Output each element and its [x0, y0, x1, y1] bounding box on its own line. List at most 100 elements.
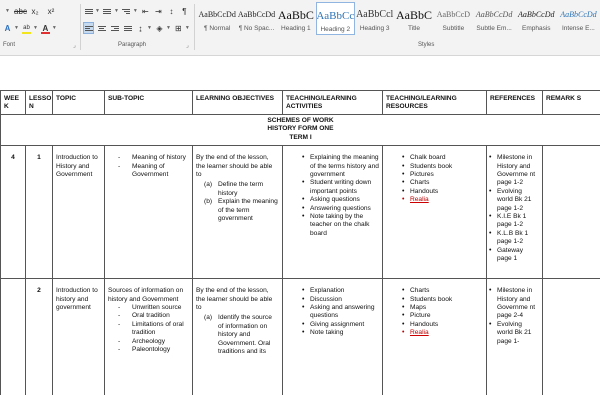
- style-name: Heading 2: [320, 26, 351, 33]
- subtopic-list: Unwritten source Oral tradition Limitati…: [108, 304, 189, 355]
- show-marks-button[interactable]: ¶: [179, 5, 190, 17]
- list-item: Chalk board: [402, 154, 483, 163]
- list-item: Explanation: [302, 287, 379, 296]
- style-name: Heading 1: [281, 25, 311, 32]
- resources-list: Chalk board Students book Pictures Chart…: [386, 154, 483, 205]
- style-title[interactable]: AaBbC Title: [395, 2, 433, 35]
- style-no-spacing[interactable]: AaBbCcDd ¶ No Spac...: [237, 2, 275, 35]
- highlight-button[interactable]: ab: [21, 22, 32, 34]
- header-remarks: REMARK S: [542, 90, 600, 115]
- cell-week: 4: [0, 145, 26, 280]
- borders-icon[interactable]: ⊞: [173, 22, 184, 34]
- list-item: Asking questions: [302, 196, 379, 205]
- cell-activities: Explaining the meaning of the terms hist…: [282, 145, 383, 280]
- ribbon: ▼ abc x₂ x² A ▼ ab ▼ A ▼ Font ⌟ ▼ ▼ ▼ ⇤ …: [0, 0, 600, 56]
- increase-indent-icon[interactable]: ⇥: [153, 5, 164, 17]
- cell-activities: Explanation Discussion Asking and answer…: [282, 278, 383, 395]
- style-sample: AaBbCcDd: [560, 10, 597, 19]
- list-item: Discussion: [302, 296, 379, 305]
- text-effects-caret[interactable]: ▼: [14, 25, 19, 31]
- paragraph-row-1: ▼ ▼ ▼ ⇤ ⇥ ↕ ¶: [83, 5, 192, 17]
- list-item: Define the term history: [204, 181, 279, 198]
- list-item: Picture: [402, 312, 483, 321]
- list-item: Note taking by the teacher on the chalk …: [302, 213, 379, 238]
- superscript-button[interactable]: x²: [44, 5, 58, 17]
- underline-dropdown-caret[interactable]: ▼: [2, 5, 13, 17]
- paragraph-group-label: Paragraph: [118, 42, 147, 48]
- text-effects-button[interactable]: A: [2, 22, 13, 34]
- bullets-icon[interactable]: [83, 5, 94, 17]
- line-spacing-icon[interactable]: ↨: [135, 22, 146, 34]
- style-heading-1[interactable]: AaBbC Heading 1: [277, 2, 315, 35]
- multilevel-list-icon[interactable]: [121, 5, 132, 17]
- header-objectives: LEARNING OBJECTIVES: [192, 90, 283, 115]
- list-item: Realia: [402, 329, 483, 338]
- references-list: Milestone in History and Governme nt pag…: [488, 154, 540, 263]
- align-left-button[interactable]: [83, 22, 94, 34]
- font-color-caret[interactable]: ▼: [52, 25, 57, 31]
- document-page[interactable]: WEE K LESSO N TOPIC SUB-TOPIC LEARNING O…: [0, 90, 600, 395]
- header-week: WEE K: [0, 90, 26, 115]
- list-item: Identify the source of information on hi…: [204, 314, 279, 356]
- highlight-caret[interactable]: ▼: [33, 25, 38, 31]
- decrease-indent-icon[interactable]: ⇤: [140, 5, 151, 17]
- list-item: Charts: [402, 287, 483, 296]
- styles-gallery: AaBbCcDd ¶ Normal AaBbCcDd ¶ No Spac... …: [198, 2, 600, 38]
- activities-list: Explanation Discussion Asking and answer…: [286, 287, 379, 338]
- strikethrough-button[interactable]: abc: [14, 5, 27, 17]
- shading-caret[interactable]: ▼: [166, 25, 171, 31]
- list-item: Milestone in History and Governme nt pag…: [489, 154, 539, 188]
- group-divider: [194, 4, 195, 50]
- numbering-icon[interactable]: [102, 5, 113, 17]
- cell-topic: Introduction to history and government: [52, 278, 105, 395]
- cell-references: Milestone in History and Governme nt pag…: [486, 278, 543, 395]
- list-item: Milestone in History and Governme nt pag…: [489, 287, 539, 321]
- style-emphasis[interactable]: AaBbCcDd Emphasis: [516, 2, 557, 35]
- list-item: Limitations of oral tradition: [118, 321, 189, 338]
- line-spacing-caret[interactable]: ▼: [147, 25, 152, 31]
- borders-caret[interactable]: ▼: [185, 25, 190, 31]
- align-center-button[interactable]: [96, 22, 107, 34]
- shading-icon[interactable]: ◈: [154, 22, 165, 34]
- style-sample: AaBbC: [277, 8, 314, 22]
- list-item: Students book: [402, 163, 483, 172]
- style-intense-emphasis[interactable]: AaBbCcDd Intense E...: [558, 2, 599, 35]
- cell-remarks: [542, 145, 600, 280]
- style-subtitle[interactable]: AaBbCcD Subtitle: [434, 2, 472, 35]
- list-item: Evolving world Bk 21 page 1-2: [489, 188, 539, 213]
- style-name: Intense E...: [561, 25, 595, 32]
- justify-button[interactable]: [122, 22, 133, 34]
- cell-subtopic: Sources of information on history and Go…: [104, 278, 193, 395]
- font-color-button[interactable]: A: [40, 22, 51, 34]
- cell-objectives: By the end of the lesson, the learner sh…: [192, 278, 283, 395]
- banner-line-1: SCHEMES OF WORK: [267, 117, 334, 124]
- objectives-list: Define the term history Explain the mean…: [196, 181, 279, 223]
- style-normal[interactable]: AaBbCcDd ¶ Normal: [198, 2, 236, 35]
- style-subtle-emphasis[interactable]: AaBbCcDd Subtle Em...: [474, 2, 515, 35]
- style-sample: AaBbCcDd: [518, 10, 555, 19]
- sort-icon[interactable]: ↕: [166, 5, 177, 17]
- align-right-button[interactable]: [109, 22, 120, 34]
- header-references: REFERENCES: [486, 90, 543, 115]
- font-dialog-launcher-icon[interactable]: ⌟: [73, 42, 76, 49]
- style-name: Emphasis: [521, 25, 551, 32]
- multilevel-caret[interactable]: ▼: [133, 8, 138, 14]
- list-item: K.I.E Bk 1 page 1-2: [489, 213, 539, 230]
- paragraph-row-2: ↨ ▼ ◈ ▼ ⊞ ▼: [83, 22, 192, 34]
- style-heading-3[interactable]: AaBbCcl Heading 3: [356, 2, 394, 35]
- font-row-2: A ▼ ab ▼ A ▼: [2, 22, 59, 34]
- cell-references: Milestone in History and Governme nt pag…: [486, 145, 543, 280]
- font-row-1: ▼ abc x₂ x²: [2, 5, 60, 17]
- paragraph-dialog-launcher-icon[interactable]: ⌟: [186, 42, 189, 49]
- activities-list: Explaining the meaning of the terms hist…: [286, 154, 379, 238]
- banner-line-3: TERM I: [289, 133, 312, 141]
- style-sample: AaBbCcDd: [198, 10, 236, 19]
- subscript-button[interactable]: x₂: [28, 5, 42, 17]
- table-row: 2 Introduction to history and government…: [0, 278, 600, 395]
- style-heading-2[interactable]: AaBbCc Heading 2: [316, 2, 355, 35]
- list-item: Student writing down important points: [302, 179, 379, 196]
- list-item: Evolving world Bk 21 page 1-: [489, 321, 539, 346]
- style-name: ¶ Normal: [204, 25, 231, 32]
- numbering-caret[interactable]: ▼: [114, 8, 119, 14]
- bullets-caret[interactable]: ▼: [95, 8, 100, 14]
